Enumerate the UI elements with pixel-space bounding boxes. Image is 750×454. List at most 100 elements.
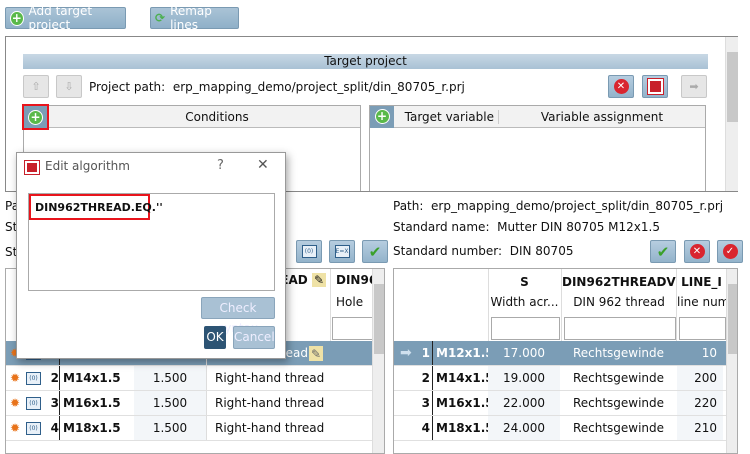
target-project-header: Target project	[23, 54, 708, 69]
row-number: 1	[418, 341, 433, 365]
plus-icon: +	[28, 109, 43, 125]
line-cell: 220	[677, 391, 723, 415]
left-table-scrollbar[interactable]	[372, 269, 384, 453]
ok-button[interactable]: OK	[204, 326, 226, 349]
project-path: Project path: erp_mapping_demo/project_s…	[89, 80, 465, 94]
s-cell: 17.000	[488, 341, 560, 365]
add-condition-button[interactable]: +	[22, 104, 49, 130]
s-cell: 24.000	[488, 416, 560, 440]
check-all-button[interactable]: ✔	[362, 240, 388, 263]
right-table-scrollbar[interactable]	[726, 269, 737, 453]
pencil-icon[interactable]: ✎	[311, 273, 326, 287]
variable-assignment-header: Variable assignment	[540, 109, 664, 124]
reject-accept-button[interactable]: ✓	[717, 240, 743, 263]
next-button[interactable]: ➡	[681, 75, 707, 98]
plus-icon: +	[374, 109, 390, 124]
path-info: Path: erp_mapping_demo/project_split/din…	[393, 199, 723, 213]
panel-scrollbar[interactable]	[725, 37, 738, 191]
variable-icon: (0)	[26, 391, 41, 415]
row-number: 3	[418, 391, 433, 415]
column-header[interactable]: DIN962THREADVIS DIN 962 thread	[561, 269, 676, 341]
add-variable-button[interactable]: +	[370, 105, 394, 128]
desc: Hole	[336, 295, 364, 309]
add-target-project-button[interactable]: + Add target project	[5, 4, 126, 32]
close-circle-icon: ✕	[613, 79, 629, 94]
row-number: 4	[418, 416, 433, 440]
plus-icon: +	[10, 10, 24, 26]
move-up-button[interactable]: ⇧	[23, 75, 49, 98]
label: Standard name:	[393, 220, 490, 234]
arrow-down-icon: ⇩	[64, 80, 74, 93]
table-row[interactable]: ✹ (0) 4 M18x1.5 1.500 Right-hand thread	[6, 416, 372, 441]
arrow-right-icon: ➡	[400, 345, 412, 361]
thread-cell: Right-hand thread	[206, 416, 332, 440]
row-name: M12x1.5	[436, 346, 494, 360]
column-header[interactable]: LINE_I line num	[676, 269, 726, 341]
remap-lines-button[interactable]: ⟳ Remap lines	[150, 4, 239, 32]
column-filter-input[interactable]	[679, 317, 726, 340]
target-variable-header: Target variable	[394, 109, 499, 124]
check-syntax-button[interactable]: Check syntax	[201, 297, 275, 335]
table-row[interactable]: ➡ 1 M12x1.5 17.000 Rechtsgewinde 10	[394, 341, 726, 366]
standard-number-info: Standard number: DIN 80705	[393, 244, 573, 258]
row-name: M14x1.5	[436, 371, 494, 385]
label: Add target project	[28, 4, 93, 32]
pencil-icon[interactable]: ✎	[309, 346, 324, 361]
thread-cell: Right-hand thread	[206, 391, 332, 415]
column-header[interactable]: S Width acr...	[488, 269, 560, 341]
remove-target-button[interactable]: ✕	[608, 75, 634, 98]
table-row[interactable]: 4 M18x1.5 24.000 Rechtsgewinde 210	[394, 416, 726, 441]
move-down-button[interactable]: ⇩	[56, 75, 82, 98]
column-desc: Width acr...	[490, 295, 559, 309]
row-number: 4	[46, 416, 60, 440]
cancel-button[interactable]: Cancel	[233, 326, 275, 349]
line-cell: 10	[677, 341, 723, 365]
algorithm-icon	[24, 160, 40, 175]
path-value: erp_mapping_demo/project_split/din_80705…	[172, 80, 465, 94]
name: DIN962	[336, 273, 385, 287]
algorithm-text: DIN962THREAD.EQ.''	[29, 194, 163, 220]
s-cell: 22.000	[488, 391, 560, 415]
reject-button[interactable]: ✕	[684, 240, 710, 263]
column-desc: DIN 962 thread	[573, 295, 665, 309]
table-row[interactable]: ✹ (0) 3 M16x1.5 1.500 Right-hand thread	[6, 391, 372, 416]
help-button[interactable]: ?	[217, 158, 224, 173]
edit-algorithm-dialog: Edit algorithm ? ✕ DIN962THREAD.EQ.'' Ch…	[16, 152, 286, 359]
s-cell: 19.000	[488, 366, 560, 390]
accept-button[interactable]: ✔	[650, 240, 676, 263]
edit-algorithm-button[interactable]	[642, 75, 668, 98]
label: Standard number:	[393, 244, 503, 258]
line-cell: 200	[677, 366, 723, 390]
row-number: 2	[46, 366, 60, 390]
column-name: DIN962THREADVIS	[562, 275, 676, 289]
refresh-icon: ⟳	[155, 11, 166, 25]
label: Path:	[393, 199, 424, 213]
gear-icon: ✹	[10, 371, 21, 385]
hole-filter-input[interactable]	[332, 317, 374, 340]
table-row[interactable]: 2 M14x1.5 19.000 Rechtsgewinde 200	[394, 366, 726, 391]
column-filter-input[interactable]	[491, 317, 560, 340]
row-number: 3	[46, 391, 60, 415]
gear-icon: ✹	[10, 396, 21, 410]
column-desc: line num	[677, 295, 726, 309]
row-name: M14x1.5	[63, 371, 121, 385]
variable-header: + Target variable Variable assignment	[370, 105, 705, 128]
arrow-right-icon: ➡	[689, 80, 699, 93]
dialog-title: Edit algorithm	[45, 159, 130, 173]
algorithm-icon	[646, 78, 664, 95]
thread-cell: Right-hand thread	[206, 366, 332, 390]
column-name: LINE_I	[681, 275, 722, 289]
algorithm-textarea[interactable]: DIN962THREAD.EQ.''	[28, 193, 275, 291]
pitch-cell: 1.500	[134, 366, 206, 390]
column-filter-input[interactable]	[564, 317, 676, 340]
arrow-up-icon: ⇧	[31, 80, 41, 93]
equals-button[interactable]: E=X	[329, 240, 355, 263]
close-button[interactable]: ✕	[257, 157, 269, 173]
table-row[interactable]: 3 M16x1.5 22.000 Rechtsgewinde 220	[394, 391, 726, 416]
double-check-icon: ✔	[368, 242, 382, 261]
variable-icon: (0)	[26, 416, 41, 440]
table-row[interactable]: ✹ (0) 2 M14x1.5 1.500 Right-hand thread	[6, 366, 372, 391]
value: erp_mapping_demo/project_split/din_80705…	[431, 199, 724, 213]
row-icon-button[interactable]: (0)	[296, 240, 322, 263]
equals-icon: E=X	[334, 245, 350, 258]
